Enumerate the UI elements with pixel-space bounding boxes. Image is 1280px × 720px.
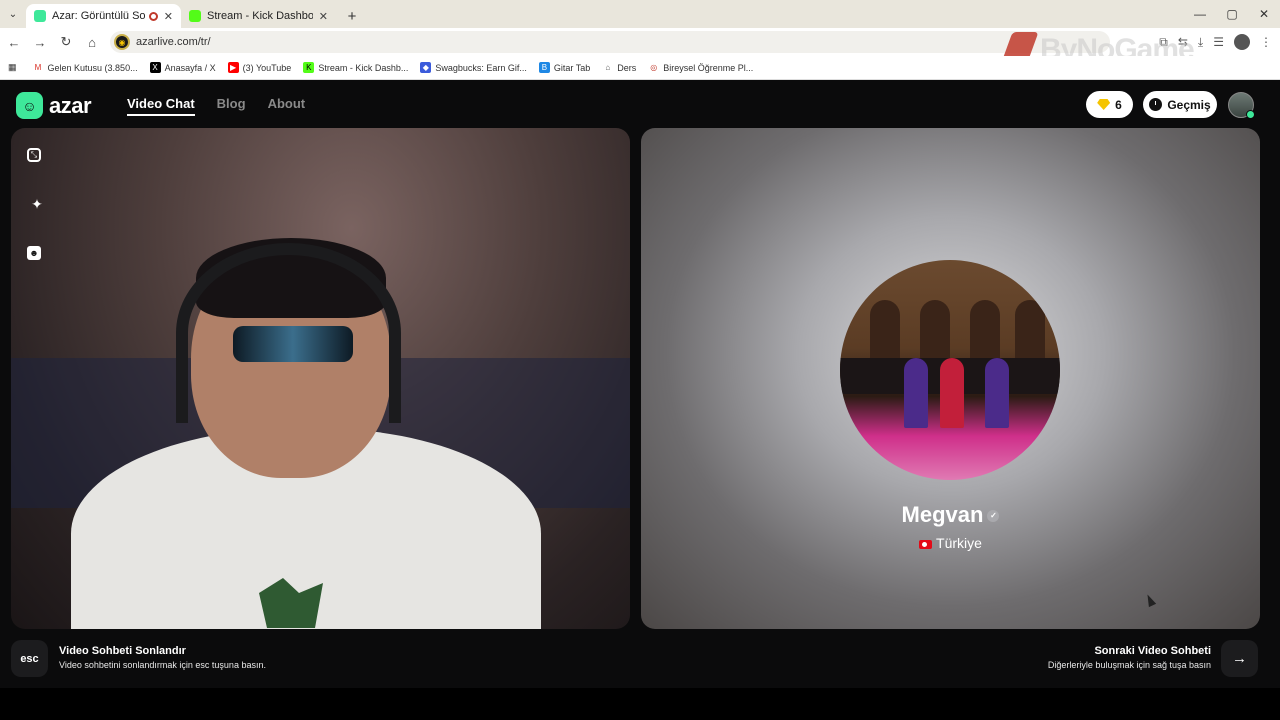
minimize-icon[interactable]: —: [1184, 0, 1216, 28]
x-icon: X: [149, 62, 161, 73]
bookmark-youtube[interactable]: ▶ (3) YouTube: [227, 62, 291, 73]
face-filter-icon[interactable]: ☻: [27, 246, 41, 260]
back-icon[interactable]: ←: [2, 30, 26, 54]
azar-favicon-icon: [34, 10, 46, 22]
close-window-icon[interactable]: ✕: [1248, 0, 1280, 28]
bookmark-kick[interactable]: K Stream - Kick Dashb...: [303, 62, 408, 73]
tab-title: Azar: Görüntülü Sohbet & V: [52, 10, 145, 22]
apps-icon[interactable]: ▦: [8, 62, 17, 73]
tab-strip: ⌄ Azar: Görüntülü Sohbet & V ✕ Stream - …: [0, 0, 1280, 28]
new-tab-button[interactable]: +: [340, 4, 364, 28]
tab-kick[interactable]: Stream - Kick Dashboard ✕: [181, 4, 336, 28]
window-controls: — ▢ ✕: [1184, 0, 1280, 28]
online-status-icon: [1246, 110, 1255, 119]
main-nav: Video Chat Blog About: [127, 96, 305, 116]
end-chat-button[interactable]: esc: [11, 640, 48, 677]
end-chat-hint: Video Sohbeti Sonlandır Video sohbetini …: [59, 645, 266, 670]
bookmark-bireysel[interactable]: ◎ Bireysel Öğrenme Pl...: [648, 62, 753, 73]
menu-icon[interactable]: ⋮: [1260, 35, 1272, 49]
nav-blog[interactable]: Blog: [217, 96, 246, 116]
home-icon: ⌂: [605, 63, 611, 72]
partner-name-row: Megvan ✓: [641, 502, 1260, 528]
effects-sparkle-icon[interactable]: ✦: [27, 194, 47, 214]
end-chat-title: Video Sohbeti Sonlandır: [59, 645, 186, 657]
history-button[interactable]: Geçmiş: [1143, 91, 1217, 118]
clock-icon: [1149, 98, 1163, 111]
bookmark-x[interactable]: X Anasayfa / X: [149, 62, 216, 73]
next-chat-title: Sonraki Video Sohbeti: [1094, 645, 1211, 657]
reading-list-icon[interactable]: ☰: [1213, 35, 1224, 49]
reload-icon[interactable]: ↻: [54, 30, 78, 54]
url-bar[interactable]: ◉ azarlive.com/tr/: [110, 31, 1110, 53]
arrow-right-icon: →: [1232, 650, 1247, 667]
gmail-icon: M: [34, 63, 42, 72]
history-label: Geçmiş: [1167, 97, 1211, 112]
bookmarks-bar: ▦ M Gelen Kutusu (3.850... X Anasayfa / X …: [0, 56, 1280, 80]
turkey-flag-icon: [919, 539, 933, 549]
swagbucks-icon: ◆: [420, 62, 432, 73]
partner-country: Türkiye: [936, 535, 982, 551]
verified-badge-icon: ✓: [987, 510, 1000, 523]
page-bottom: [0, 688, 1280, 720]
azar-logo[interactable]: ☺ azar: [16, 92, 92, 119]
bookmark-ders[interactable]: ⌂ Ders: [602, 62, 636, 73]
bookmark-gitar-tab[interactable]: B Gitar Tab: [538, 62, 590, 73]
kick-favicon-icon: [189, 10, 201, 22]
bookmark-icon: B: [538, 62, 550, 73]
close-tab-icon[interactable]: ✕: [319, 10, 328, 23]
user-avatar[interactable]: [1228, 92, 1255, 119]
mouse-cursor-icon: [1143, 592, 1157, 608]
next-chat-button[interactable]: →: [1221, 640, 1258, 677]
nav-about[interactable]: About: [268, 96, 306, 116]
next-chat-subtitle: Diğerleriyle buluşmak için sağ tuşa bası…: [1047, 660, 1211, 670]
partner-country-row: Türkiye: [641, 535, 1260, 551]
globe-icon: ◎: [650, 63, 658, 72]
nav-video-chat[interactable]: Video Chat: [127, 96, 195, 116]
tab-title: Stream - Kick Dashboard: [207, 10, 313, 22]
profile-icon[interactable]: [1234, 34, 1250, 50]
recording-icon: [148, 11, 158, 21]
camera-tools: ⤡ ✦ ☻: [27, 148, 47, 292]
minimize-camera-icon[interactable]: ⤡: [27, 148, 41, 162]
gems-button[interactable]: 6: [1086, 91, 1133, 118]
maximize-icon[interactable]: ▢: [1216, 0, 1248, 28]
my-camera-view: ⤡ ✦ ☻: [11, 128, 630, 629]
site-info-icon[interactable]: ◉: [114, 34, 130, 50]
gem-icon: [1097, 99, 1111, 110]
partner-profile-picture: [840, 260, 1060, 480]
azar-logo-icon: ☺: [16, 92, 43, 119]
download-icon[interactable]: ⤓: [1198, 35, 1203, 50]
camera-sunglasses: [233, 326, 353, 362]
home-icon[interactable]: ⌂: [80, 30, 104, 54]
close-tab-icon[interactable]: ✕: [164, 10, 173, 23]
youtube-icon: ▶: [227, 62, 239, 73]
partner-view: Megvan ✓ Türkiye: [641, 128, 1260, 629]
kick-icon: K: [303, 62, 315, 73]
logo-text: azar: [49, 92, 92, 118]
next-chat-hint: Sonraki Video Sohbeti Diğerleriyle buluş…: [1048, 645, 1211, 670]
url-text: azarlive.com/tr/: [136, 36, 211, 48]
tab-search-icon[interactable]: ⌄: [0, 0, 26, 28]
bookmark-gmail[interactable]: M Gelen Kutusu (3.850...: [33, 62, 138, 73]
azar-app: ☺ azar Video Chat Blog About 6 Geçmiş ⤡ …: [0, 80, 1280, 688]
end-chat-subtitle: Video sohbetini sonlandırmak için esc tu…: [59, 660, 266, 670]
tab-azar[interactable]: Azar: Görüntülü Sohbet & V ✕: [26, 4, 181, 28]
gems-count: 6: [1115, 97, 1122, 112]
partner-name: Megvan: [901, 502, 984, 527]
forward-icon[interactable]: →: [28, 30, 52, 54]
bookmark-swagbucks[interactable]: ◆ Swagbucks: Earn Gif...: [420, 62, 527, 73]
